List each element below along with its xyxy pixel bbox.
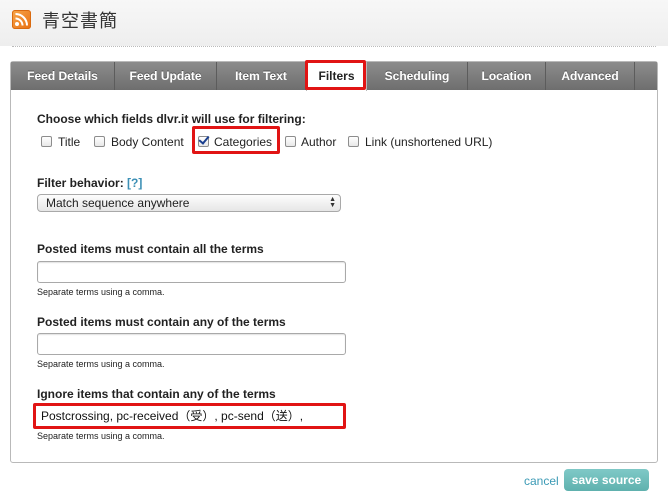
ignore-terms-input[interactable]: Postcrossing, pc-received（受）, pc-send（送）… [41, 407, 303, 424]
title-checkbox-label: Title [58, 135, 81, 149]
feed-title: 青空書簡 [42, 11, 118, 31]
ignore-terms-hint: Separate terms using a comma. [37, 431, 165, 441]
filter-behavior-value: Match sequence anywhere [46, 196, 190, 210]
title-checkbox[interactable] [41, 136, 52, 147]
author-checkbox[interactable] [285, 136, 296, 147]
body-content-checkbox-label: Body Content [111, 135, 184, 149]
ignore-terms-label: Ignore items that contain any of the ter… [37, 387, 276, 401]
link-checkbox-label: Link (unshortened URL) [365, 135, 493, 149]
tab-advanced[interactable]: Advanced [546, 62, 635, 90]
cancel-link[interactable]: cancel [524, 474, 559, 488]
tab-location[interactable]: Location [468, 62, 546, 90]
all-terms-label: Posted items must contain all the terms [37, 242, 264, 256]
any-terms-hint: Separate terms using a comma. [37, 359, 165, 369]
tab-feed-update[interactable]: Feed Update [115, 62, 217, 90]
select-arrows-icon: ▲ ▼ [329, 196, 336, 209]
tab-scheduling[interactable]: Scheduling [367, 62, 468, 90]
link-checkbox[interactable] [348, 136, 359, 147]
any-terms-label: Posted items must contain any of the ter… [37, 315, 286, 329]
categories-checkbox[interactable] [198, 136, 209, 147]
tab-item-text[interactable]: Item Text [217, 62, 306, 90]
source-settings-panel: Feed Details Feed Update Item Text Filte… [10, 60, 658, 463]
settings-tabbar: Feed Details Feed Update Item Text Filte… [11, 61, 657, 91]
filter-behavior-select[interactable]: Match sequence anywhere ▲ ▼ [37, 194, 341, 212]
body-content-checkbox[interactable] [94, 136, 105, 147]
filter-behavior-label: Filter behavior: [?] [37, 176, 143, 190]
rss-feed-icon [12, 10, 31, 29]
tab-feed-details[interactable]: Feed Details [11, 62, 115, 90]
header-divider [12, 46, 656, 47]
filter-behavior-help-link[interactable]: [?] [127, 176, 142, 190]
categories-checkbox-label: Categories [214, 135, 273, 149]
filter-fields-heading: Choose which fields dlvr.it will use for… [37, 112, 306, 126]
tab-filters[interactable]: Filters [306, 61, 367, 91]
all-terms-input[interactable] [37, 261, 346, 283]
page-header: 青空書簡 [0, 0, 668, 46]
all-terms-hint: Separate terms using a comma. [37, 287, 165, 297]
author-checkbox-label: Author [301, 135, 337, 149]
save-source-button[interactable]: save source [564, 469, 649, 491]
any-terms-input[interactable] [37, 333, 346, 355]
